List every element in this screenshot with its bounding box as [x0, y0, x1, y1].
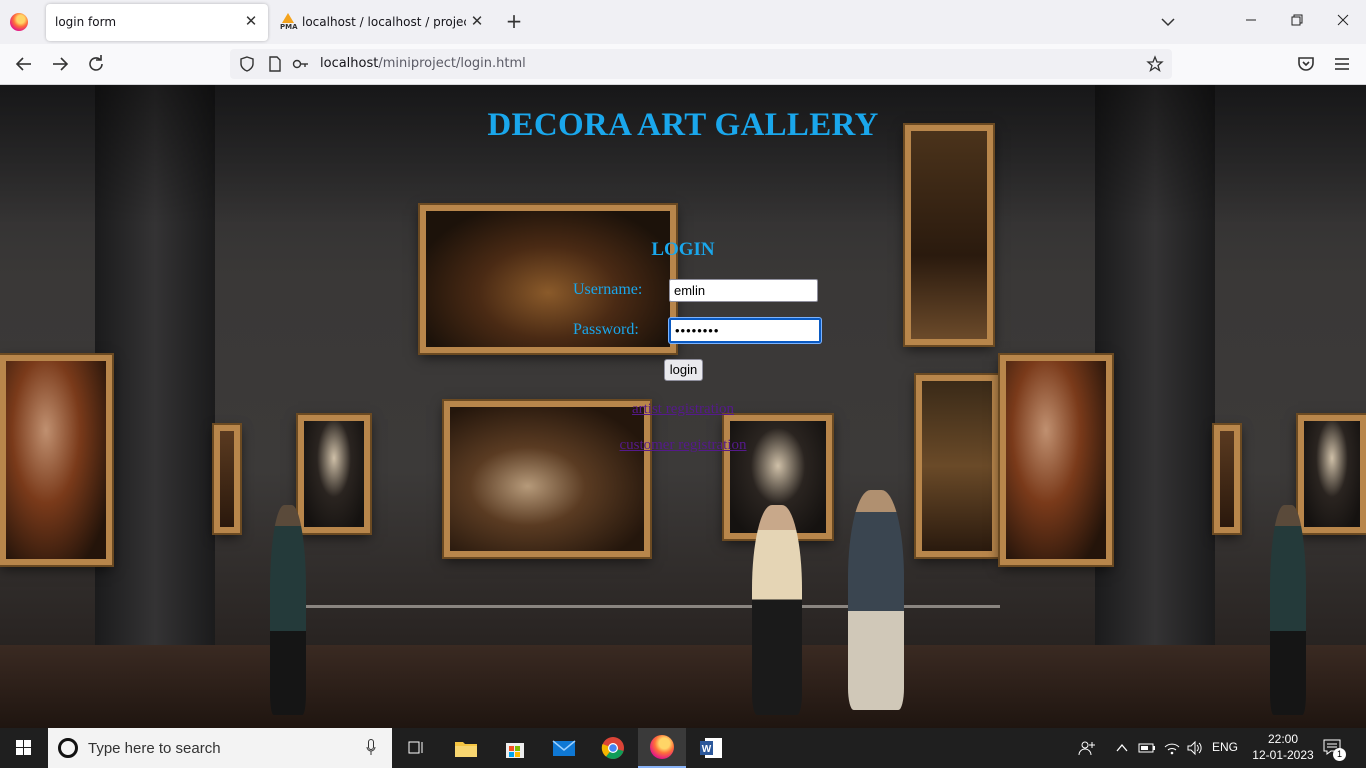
notification-count-badge: 1 — [1333, 748, 1346, 761]
page-icon[interactable] — [266, 55, 284, 73]
clock[interactable]: 22:00 12-01-2023 — [1252, 731, 1314, 763]
taskbar-search-box[interactable]: Type here to search — [48, 728, 392, 768]
visitor-figure — [1270, 505, 1306, 715]
customer-registration-link[interactable]: customer registration — [0, 437, 1366, 454]
painting-bearded-man — [0, 355, 112, 565]
navigation-bar: localhost/miniproject/login.html — [0, 44, 1366, 85]
close-tab-icon[interactable]: ✕ — [468, 12, 486, 30]
chrome-icon — [601, 737, 624, 759]
search-placeholder: Type here to search — [88, 740, 221, 757]
close-tab-icon[interactable]: ✕ — [242, 12, 260, 30]
new-tab-button[interactable]: + — [503, 11, 525, 33]
store-bag-icon — [506, 743, 524, 758]
microphone-icon[interactable] — [366, 739, 376, 756]
tab-title: login form — [55, 15, 117, 29]
login-heading: LOGIN — [651, 239, 715, 260]
svg-text:W: W — [702, 744, 712, 755]
restore-icon[interactable] — [1274, 8, 1320, 36]
file-explorer-button[interactable] — [442, 728, 490, 768]
taskbar: Type here to search W ENG 22:00 12-01-20… — [0, 728, 1366, 768]
microsoft-store-button[interactable] — [491, 728, 539, 768]
tab-phpmyadmin[interactable]: PMA localhost / localhost / project_7 ✕ — [272, 4, 494, 41]
forward-arrow-icon[interactable] — [48, 52, 72, 76]
pocket-icon[interactable] — [1294, 52, 1318, 76]
wifi-icon[interactable] — [1163, 739, 1181, 757]
task-view-button[interactable] — [392, 728, 440, 768]
url-text: localhost/miniproject/login.html — [320, 56, 526, 71]
battery-icon[interactable] — [1138, 741, 1156, 755]
mail-button[interactable] — [540, 728, 588, 768]
clock-date: 12-01-2023 — [1252, 748, 1314, 762]
notification-center-button[interactable]: 1 — [1322, 738, 1346, 761]
language-indicator[interactable]: ENG — [1212, 740, 1238, 768]
list-all-tabs-icon[interactable] — [1158, 12, 1178, 32]
painting-portrait-ladies — [444, 401, 650, 557]
key-icon[interactable] — [292, 55, 310, 73]
phpmyadmin-icon: PMA — [280, 13, 298, 31]
folder-icon — [455, 742, 477, 757]
firefox-icon — [650, 735, 674, 759]
url-host: localhost — [320, 56, 379, 71]
firefox-icon[interactable] — [10, 13, 28, 31]
username-input[interactable]: emlin — [669, 279, 818, 302]
back-arrow-icon[interactable] — [12, 52, 36, 76]
painting-right-upper — [905, 125, 993, 345]
password-input[interactable]: •••••••• — [669, 318, 821, 343]
start-button[interactable] — [0, 728, 48, 768]
tab-login-form[interactable]: login form ✕ — [46, 4, 268, 41]
visitor-figure — [270, 505, 306, 715]
word-icon: W — [700, 738, 722, 758]
login-button[interactable]: login — [664, 359, 703, 381]
painting-portrait-man — [298, 415, 370, 533]
reload-icon[interactable] — [84, 52, 108, 76]
cortana-icon — [58, 738, 78, 758]
password-label: Password: — [573, 321, 639, 338]
chrome-button[interactable] — [589, 728, 637, 768]
visitor-figure — [848, 490, 904, 710]
artist-registration-link[interactable]: artist registration — [0, 401, 1366, 418]
mail-icon — [552, 740, 576, 756]
gallery-floor — [0, 645, 1366, 728]
ceiling-shade — [0, 85, 1366, 225]
tab-strip: login form ✕ PMA localhost / localhost /… — [0, 0, 1366, 44]
tab-title: localhost / localhost / project_7 — [302, 15, 466, 29]
word-button[interactable]: W — [687, 728, 735, 768]
firefox-taskbar-button[interactable] — [638, 728, 686, 768]
chevron-up-icon[interactable] — [1115, 741, 1129, 755]
windows-logo-icon — [16, 740, 31, 755]
painting-portrait-man-repeat — [1298, 415, 1366, 533]
visitor-figure — [752, 505, 802, 715]
speaker-icon[interactable] — [1186, 739, 1204, 757]
people-icon[interactable] — [1078, 739, 1096, 757]
menu-icon[interactable] — [1330, 52, 1354, 76]
url-bar[interactable]: localhost/miniproject/login.html — [230, 49, 1172, 79]
clock-time: 22:00 — [1267, 732, 1299, 746]
url-path: /miniproject/login.html — [378, 56, 526, 71]
minimize-icon[interactable] — [1228, 8, 1274, 36]
page-title: DECORA ART GALLERY — [487, 107, 879, 143]
task-view-icon — [408, 741, 423, 754]
painting-bearded-man-repeat — [1000, 355, 1112, 565]
page-content: DECORA ART GALLERY LOGIN Username: emlin… — [0, 85, 1366, 728]
close-window-icon[interactable] — [1320, 8, 1366, 36]
shield-icon[interactable] — [238, 55, 256, 73]
username-label: Username: — [573, 281, 643, 298]
bookmark-star-icon[interactable] — [1146, 55, 1164, 73]
